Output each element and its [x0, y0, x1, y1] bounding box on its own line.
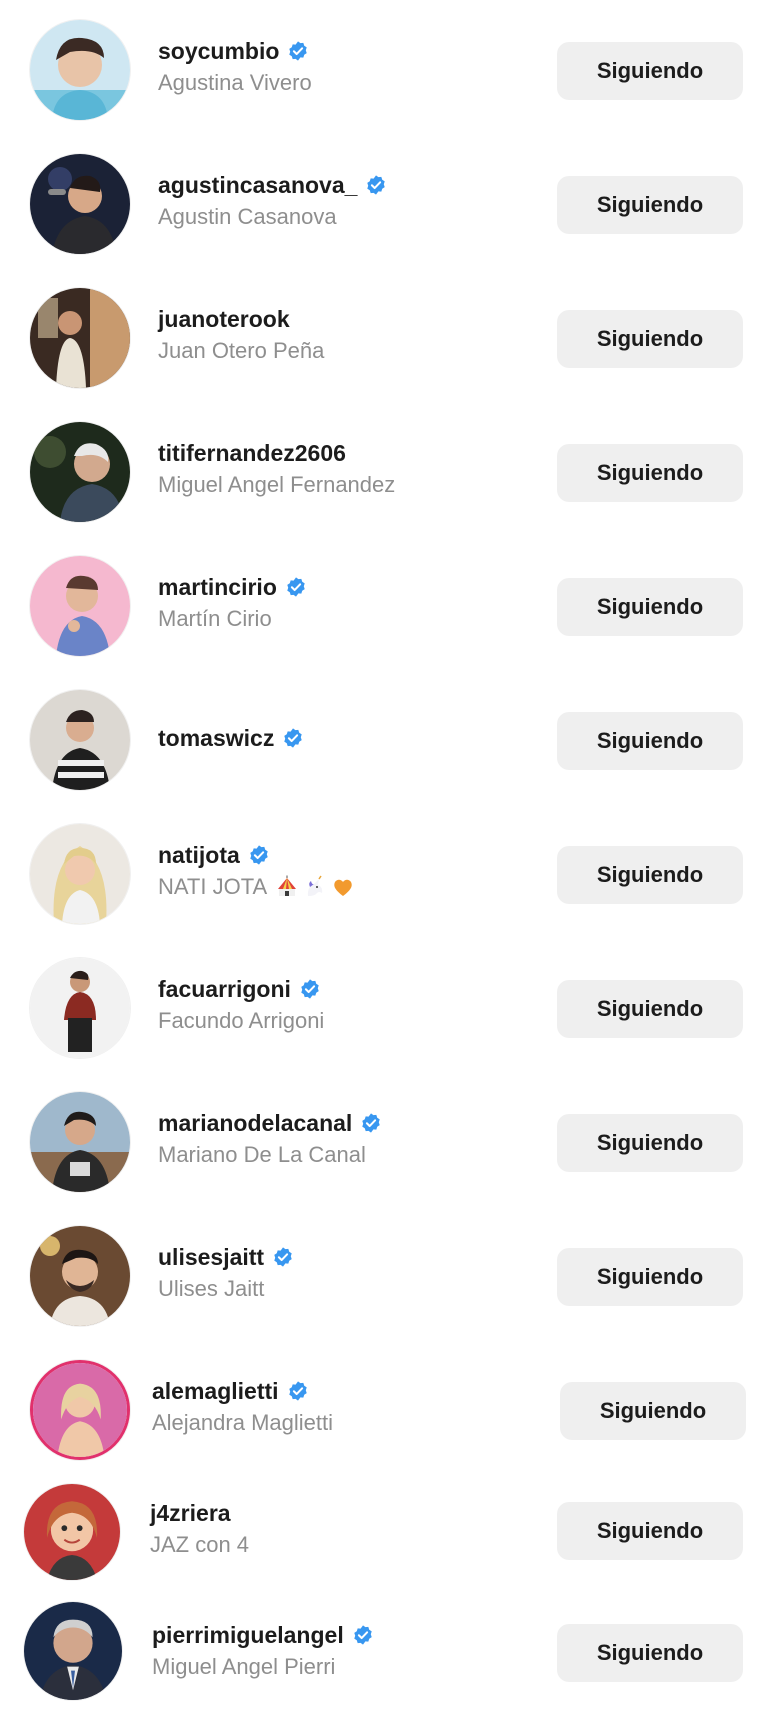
verified-badge-icon	[360, 1112, 382, 1134]
emoji-group	[275, 875, 359, 899]
username[interactable]: martincirio	[158, 574, 277, 601]
verified-badge-icon	[365, 174, 387, 196]
following-list: soycumbio Agustina Vivero Siguiendo agus…	[0, 0, 767, 1720]
verified-badge-icon	[248, 844, 270, 866]
following-button[interactable]: Siguiendo	[557, 310, 743, 368]
following-button[interactable]: Siguiendo	[557, 712, 743, 770]
verified-badge-icon	[352, 1624, 374, 1646]
username[interactable]: titifernandez2606	[158, 440, 346, 467]
username[interactable]: facuarrigoni	[158, 976, 291, 1003]
avatar[interactable]	[24, 1484, 120, 1580]
list-item[interactable]: titifernandez2606 Miguel Angel Fernandez…	[0, 414, 767, 534]
following-button[interactable]: Siguiendo	[560, 1382, 746, 1440]
circus-tent-emoji	[275, 875, 299, 899]
following-button[interactable]: Siguiendo	[557, 444, 743, 502]
avatar[interactable]	[30, 556, 130, 656]
avatar[interactable]	[30, 422, 130, 522]
full-name: Agustin Casanova	[158, 204, 337, 229]
full-name: JAZ con 4	[150, 1532, 250, 1557]
full-name: NATI JOTA	[158, 874, 268, 899]
following-button[interactable]: Siguiendo	[557, 1502, 743, 1560]
username[interactable]: agustincasanova_	[158, 172, 357, 199]
list-item[interactable]: j4zriera JAZ con 4 Siguiendo	[0, 1478, 767, 1598]
verified-badge-icon	[272, 1246, 294, 1268]
avatar[interactable]	[30, 20, 130, 120]
list-item[interactable]: pierrimiguelangel Miguel Angel Pierri Si…	[0, 1596, 767, 1716]
full-name: Miguel Angel Fernandez	[158, 472, 396, 497]
avatar[interactable]	[30, 154, 130, 254]
list-item[interactable]: natijota NATI JOTA Siguiendo	[0, 816, 767, 936]
following-button[interactable]: Siguiendo	[557, 846, 743, 904]
full-name-row: NATI JOTA	[158, 874, 517, 900]
full-name: Ulises Jaitt	[158, 1276, 265, 1301]
list-item[interactable]: facuarrigoni Facundo Arrigoni Siguiendo	[0, 950, 767, 1070]
following-button[interactable]: Siguiendo	[557, 1624, 743, 1682]
avatar[interactable]	[30, 1226, 130, 1326]
full-name: Mariano De La Canal	[158, 1142, 366, 1167]
username[interactable]: marianodelacanal	[158, 1110, 352, 1137]
username[interactable]: ulisesjaitt	[158, 1244, 264, 1271]
following-button[interactable]: Siguiendo	[557, 980, 743, 1038]
following-button[interactable]: Siguiendo	[557, 42, 743, 100]
following-button[interactable]: Siguiendo	[557, 578, 743, 636]
full-name: Juan Otero Peña	[158, 338, 325, 363]
following-button[interactable]: Siguiendo	[557, 1114, 743, 1172]
list-item[interactable]: soycumbio Agustina Vivero Siguiendo	[0, 12, 767, 132]
list-item[interactable]: marianodelacanal Mariano De La Canal Sig…	[0, 1084, 767, 1204]
list-item[interactable]: ulisesjaitt Ulises Jaitt Siguiendo	[0, 1218, 767, 1338]
verified-badge-icon	[285, 576, 307, 598]
orange-heart-emoji	[331, 875, 355, 899]
avatar[interactable]	[30, 1360, 130, 1460]
username[interactable]: pierrimiguelangel	[152, 1622, 344, 1649]
verified-badge-icon	[287, 40, 309, 62]
verified-badge-icon	[287, 1380, 309, 1402]
username[interactable]: alemaglietti	[152, 1378, 279, 1405]
avatar[interactable]	[30, 1092, 130, 1192]
list-item[interactable]: juanoterook Juan Otero Peña Siguiendo	[0, 280, 767, 400]
full-name: Martín Cirio	[158, 606, 272, 631]
full-name: Agustina Vivero	[158, 70, 312, 95]
avatar[interactable]	[30, 288, 130, 388]
username[interactable]: soycumbio	[158, 38, 279, 65]
username[interactable]: j4zriera	[150, 1500, 231, 1527]
username[interactable]: natijota	[158, 842, 240, 869]
avatar[interactable]	[30, 690, 130, 790]
list-item[interactable]: martincirio Martín Cirio Siguiendo	[0, 548, 767, 668]
list-item[interactable]: agustincasanova_ Agustin Casanova Siguie…	[0, 146, 767, 266]
username[interactable]: juanoterook	[158, 306, 290, 333]
list-item[interactable]: alemaglietti Alejandra Maglietti Siguien…	[0, 1352, 767, 1472]
list-item[interactable]: tomaswicz Siguiendo	[0, 682, 767, 802]
full-name: Facundo Arrigoni	[158, 1008, 325, 1033]
full-name: Alejandra Maglietti	[152, 1410, 333, 1435]
avatar[interactable]	[24, 1602, 122, 1700]
following-button[interactable]: Siguiendo	[557, 1248, 743, 1306]
avatar[interactable]	[30, 824, 130, 924]
username[interactable]: tomaswicz	[158, 725, 274, 752]
verified-badge-icon	[299, 978, 321, 1000]
avatar[interactable]	[30, 958, 130, 1058]
verified-badge-icon	[282, 727, 304, 749]
full-name: Miguel Angel Pierri	[152, 1654, 336, 1679]
unicorn-emoji	[303, 875, 327, 899]
following-button[interactable]: Siguiendo	[557, 176, 743, 234]
